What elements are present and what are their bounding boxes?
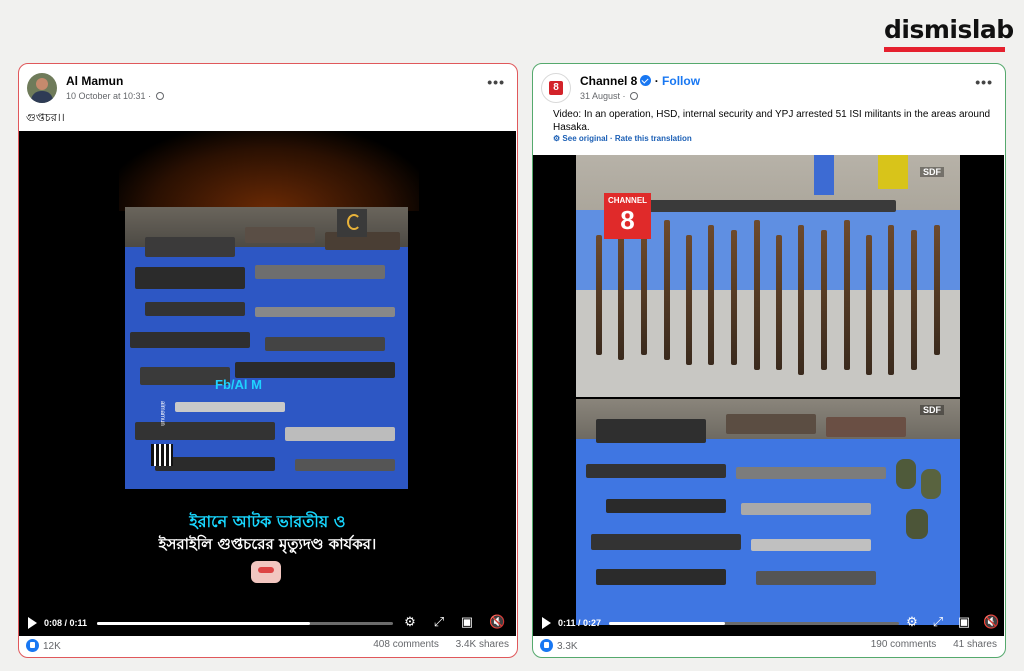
- sdf-watermark: SDF: [920, 167, 944, 177]
- comment-count[interactable]: 408 comments: [373, 639, 439, 650]
- video-glow: [119, 131, 419, 211]
- comment-count[interactable]: 190 comments: [871, 639, 937, 650]
- brand-underline: [884, 47, 1005, 52]
- engagement-counts: 190 comments 41 shares: [857, 639, 997, 650]
- channel-8-video-logo: CHANNEL 8: [604, 193, 651, 239]
- share-count[interactable]: 3.4K shares: [456, 639, 509, 650]
- video-progress-fill: [97, 622, 311, 625]
- video-frame: Fb/Al M almamun: [125, 207, 408, 489]
- video-progress-bar[interactable]: [97, 622, 393, 625]
- more-options-icon[interactable]: •••: [487, 74, 505, 90]
- author-name: Channel 8 · Follow: [580, 74, 701, 88]
- rate-translation-link[interactable]: Rate this translation: [615, 134, 692, 143]
- picture-in-picture-icon[interactable]: ▣: [957, 615, 971, 629]
- like-icon: [26, 639, 39, 652]
- globe-icon: [630, 92, 639, 100]
- like-count[interactable]: 3.3K: [540, 639, 578, 652]
- settings-gear-icon[interactable]: ⚙: [905, 615, 919, 629]
- like-icon: [540, 639, 553, 652]
- brand-text: dismislab: [884, 15, 1014, 44]
- post-timestamp[interactable]: 10 October at 10:31: [66, 91, 146, 101]
- picture-in-picture-icon[interactable]: ▣: [460, 615, 474, 629]
- video-controls: 0:11 / 0:27 ⚙ ⤢ ▣ 🔇: [533, 610, 1004, 636]
- post-header: Al Mamun 10 October at 10:31 · ••• গুপ্ত…: [19, 64, 517, 124]
- video-progress-bar[interactable]: [609, 622, 899, 625]
- fullscreen-expand-icon[interactable]: ⤢: [931, 615, 945, 629]
- dismislab-logo: dismislab: [884, 15, 1014, 54]
- share-count[interactable]: 41 shares: [953, 639, 997, 650]
- post-footer: 12K 408 comments 3.4K shares: [19, 634, 517, 657]
- video-time: 0:08 / 0:11: [44, 618, 88, 628]
- follow-button[interactable]: Follow: [662, 74, 700, 88]
- video-player[interactable]: Fb/Al M almamun ইরানে আটক ভারতীয় ও ইসরা…: [19, 131, 516, 636]
- channel-logo-icon: [337, 209, 367, 237]
- post-card-al-mamun: Al Mamun 10 October at 10:31 · ••• গুপ্ত…: [18, 63, 518, 658]
- more-options-icon[interactable]: •••: [975, 74, 993, 90]
- post-caption: গুপ্তচর।।: [26, 111, 65, 124]
- post-meta: 10 October at 10:31 ·: [66, 91, 164, 101]
- post-meta: 31 August ·: [580, 91, 639, 101]
- video-time: 0:11 / 0:27: [558, 618, 602, 628]
- author-name[interactable]: Al Mamun: [66, 74, 123, 88]
- qr-code-icon: [151, 444, 173, 466]
- post-header: 8 Channel 8 · Follow 31 August · ••• Vid…: [533, 64, 1005, 143]
- globe-icon: [155, 92, 164, 100]
- video-headline-line2: ইসরাইলি গুপ্তচরের মৃত্যুদণ্ড কার্যকর।: [158, 535, 377, 553]
- volume-muted-icon[interactable]: 🔇: [983, 615, 999, 629]
- side-watermark: almamun: [159, 401, 165, 426]
- engagement-counts: 408 comments 3.4K shares: [359, 639, 509, 650]
- post-card-channel-8: 8 Channel 8 · Follow 31 August · ••• Vid…: [532, 63, 1006, 658]
- post-footer: 3.3K 190 comments 41 shares: [533, 634, 1005, 657]
- emoji-sticker-icon: [251, 561, 281, 583]
- verified-badge-icon: [640, 75, 652, 86]
- post-timestamp[interactable]: 31 August: [580, 91, 620, 101]
- avatar[interactable]: 8: [541, 73, 571, 103]
- settings-gear-icon[interactable]: ⚙: [403, 615, 417, 629]
- avatar[interactable]: [27, 73, 57, 103]
- video-headline-line1: ইরানে আটক ভারতীয় ও: [189, 512, 346, 531]
- video-player[interactable]: CHANNEL 8 SDF SDF 0:11 / 0:27 ⚙ ⤢ ▣ 🔇: [533, 155, 1004, 636]
- video-progress-fill: [609, 622, 725, 625]
- translation-links: ⚙ See original · Rate this translation: [553, 134, 692, 143]
- play-icon[interactable]: [28, 617, 37, 629]
- sdf-watermark-bottom: SDF: [920, 405, 944, 415]
- like-count[interactable]: 12K: [26, 639, 61, 652]
- video-frame-top: CHANNEL 8 SDF: [576, 155, 960, 397]
- post-caption: Video: In an operation, HSD, internal se…: [553, 109, 991, 133]
- see-original-link[interactable]: See original: [562, 134, 607, 143]
- video-frame-bottom: SDF: [576, 399, 960, 625]
- video-watermark: Fb/Al M: [215, 377, 262, 392]
- play-icon[interactable]: [542, 617, 551, 629]
- fullscreen-expand-icon[interactable]: ⤢: [432, 615, 446, 629]
- video-controls: 0:08 / 0:11 ⚙ ⤢ ▣ 🔇: [19, 610, 516, 636]
- volume-muted-icon[interactable]: 🔇: [489, 615, 505, 629]
